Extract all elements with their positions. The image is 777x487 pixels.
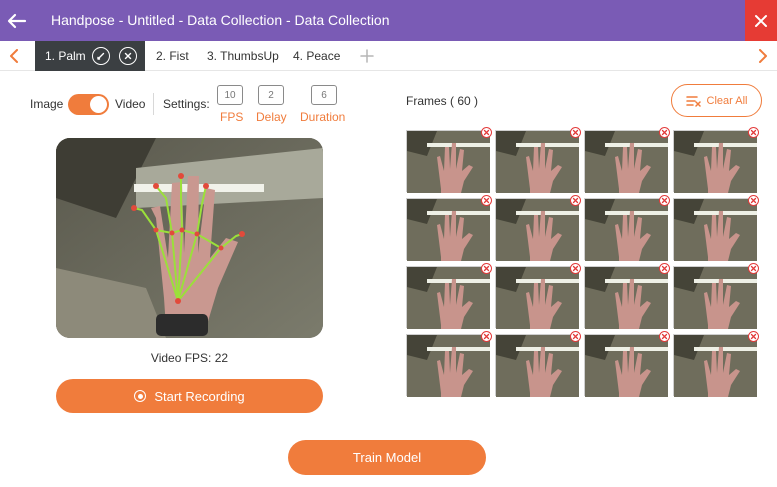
frame-thumbnail[interactable] — [495, 195, 581, 261]
close-icon — [750, 197, 757, 204]
close-icon — [750, 333, 757, 340]
tabs-scroll-right-button[interactable] — [749, 41, 777, 71]
delete-frame-button[interactable] — [659, 263, 670, 274]
close-icon — [572, 333, 579, 340]
clear-all-label: Clear All — [706, 94, 748, 107]
close-icon — [572, 129, 579, 136]
title-bar: Handpose - Untitled - Data Collection - … — [0, 0, 777, 41]
fps-field[interactable]: 10 — [217, 85, 243, 105]
close-icon — [750, 129, 757, 136]
arrow-left-icon — [7, 13, 27, 28]
delete-frame-button[interactable] — [570, 195, 581, 206]
delete-frame-button[interactable] — [748, 331, 759, 342]
close-icon — [661, 265, 668, 272]
circle-x-icon — [124, 52, 132, 60]
delay-label: Delay — [256, 110, 287, 124]
frame-thumbnail[interactable] — [495, 331, 581, 397]
delete-frame-button[interactable] — [570, 263, 581, 274]
delete-frame-button[interactable] — [748, 263, 759, 274]
frame-thumbnail[interactable] — [673, 195, 759, 261]
tab-peace[interactable]: 4. Peace — [293, 41, 340, 71]
close-window-button[interactable] — [745, 0, 777, 41]
tab-fist[interactable]: 2. Fist — [156, 41, 189, 71]
tab-palm[interactable]: 1. Palm — [35, 41, 145, 71]
hand-skeleton-preview — [56, 138, 323, 338]
start-recording-button[interactable]: Start Recording — [56, 379, 323, 413]
video-preview — [56, 138, 323, 338]
video-fps-text: Video FPS: 22 — [150, 351, 229, 365]
start-recording-label: Start Recording — [154, 388, 245, 404]
pencil-icon — [97, 52, 105, 60]
frames-grid — [406, 127, 759, 398]
plus-icon — [360, 49, 374, 63]
close-tab-button[interactable] — [119, 47, 137, 65]
delay-field[interactable]: 2 — [258, 85, 284, 105]
delete-frame-button[interactable] — [659, 195, 670, 206]
frame-thumbnail[interactable] — [584, 127, 670, 193]
tab-label: 1. Palm — [45, 49, 86, 63]
clear-all-button[interactable]: Clear All — [671, 84, 762, 117]
chevron-right-icon — [759, 49, 767, 63]
frame-thumbnail[interactable] — [584, 331, 670, 397]
frame-thumbnail[interactable] — [584, 263, 670, 329]
delete-frame-button[interactable] — [481, 195, 492, 206]
delete-frame-button[interactable] — [570, 127, 581, 138]
duration-label: Duration — [300, 110, 346, 124]
tabs-scroll-left-button[interactable] — [0, 41, 28, 71]
close-icon — [755, 14, 767, 27]
toggle-knob — [90, 96, 107, 113]
close-icon — [483, 197, 490, 204]
tab-thumbsup[interactable]: 3. ThumbsUp — [207, 41, 279, 71]
frame-thumbnail[interactable] — [673, 263, 759, 329]
window-title: Handpose - Untitled - Data Collection - … — [51, 12, 390, 28]
image-mode-label: Image — [30, 97, 64, 111]
delete-frame-button[interactable] — [659, 127, 670, 138]
close-icon — [483, 129, 490, 136]
close-icon — [572, 197, 579, 204]
tab-bar: 1. Palm 2. Fist 3. ThumbsUp 4. Peace — [0, 41, 777, 71]
close-icon — [483, 333, 490, 340]
close-icon — [750, 265, 757, 272]
back-button[interactable] — [0, 0, 34, 41]
divider — [153, 93, 154, 115]
delete-frame-button[interactable] — [481, 127, 492, 138]
delete-frame-button[interactable] — [659, 331, 670, 342]
frames-title: Frames ( 60 ) — [406, 94, 479, 108]
close-icon — [572, 265, 579, 272]
delete-frame-button[interactable] — [570, 331, 581, 342]
settings-label: Settings: — [163, 97, 210, 111]
edit-tab-button[interactable] — [92, 47, 110, 65]
delete-frame-button[interactable] — [481, 263, 492, 274]
frame-thumbnail[interactable] — [406, 331, 492, 397]
image-video-toggle[interactable] — [68, 94, 109, 115]
close-icon — [661, 197, 668, 204]
chevron-left-icon — [10, 49, 18, 63]
frame-thumbnail[interactable] — [673, 331, 759, 397]
train-model-button[interactable]: Train Model — [288, 440, 486, 475]
fps-label: FPS — [220, 110, 244, 124]
duration-field[interactable]: 6 — [311, 85, 337, 105]
delete-frame-button[interactable] — [748, 195, 759, 206]
record-icon — [134, 390, 147, 402]
frame-thumbnail[interactable] — [406, 127, 492, 193]
delete-frame-button[interactable] — [748, 127, 759, 138]
close-icon — [661, 333, 668, 340]
frame-thumbnail[interactable] — [406, 263, 492, 329]
frame-thumbnail[interactable] — [495, 127, 581, 193]
add-tab-button[interactable] — [357, 41, 377, 71]
frame-thumbnail[interactable] — [406, 195, 492, 261]
frame-thumbnail[interactable] — [495, 263, 581, 329]
delete-frame-button[interactable] — [481, 331, 492, 342]
frame-thumbnail[interactable] — [584, 195, 670, 261]
video-mode-label: Video — [115, 97, 146, 111]
clear-list-icon — [685, 95, 701, 107]
close-icon — [483, 265, 490, 272]
frame-thumbnail[interactable] — [673, 127, 759, 193]
close-icon — [661, 129, 668, 136]
